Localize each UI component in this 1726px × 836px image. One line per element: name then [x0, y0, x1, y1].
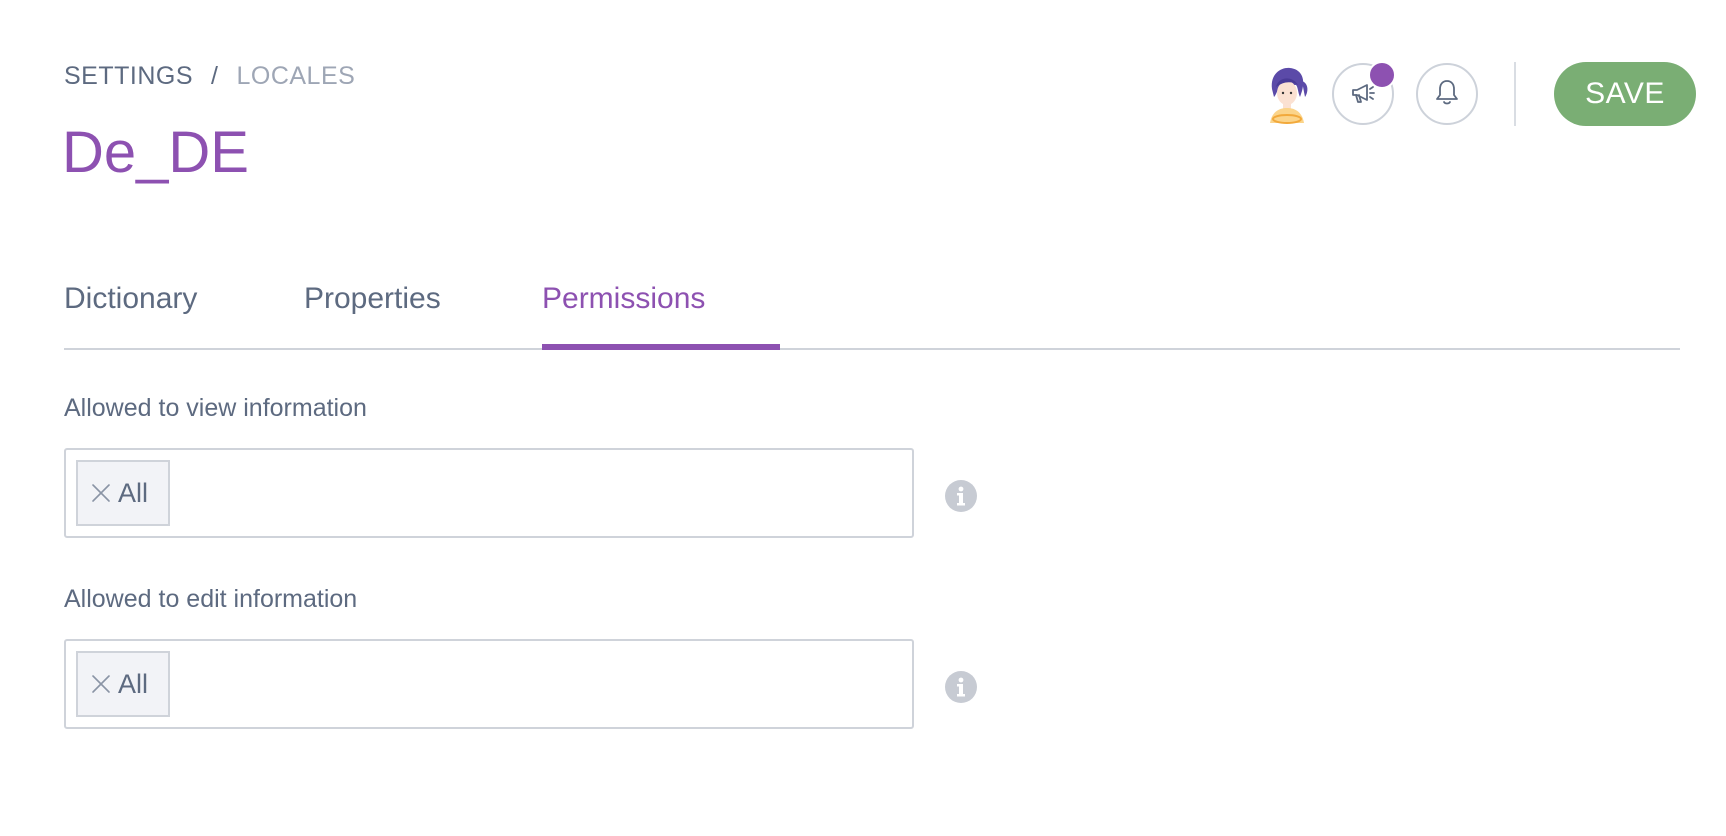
info-icon[interactable] — [944, 670, 978, 704]
unread-badge — [1368, 61, 1396, 89]
active-tab-indicator — [542, 344, 780, 350]
save-button[interactable]: SAVE — [1554, 62, 1696, 126]
breadcrumb-separator: / — [211, 62, 219, 90]
tag-label: All — [118, 477, 149, 508]
locale-tabs: Dictionary Properties Permissions — [64, 282, 1680, 350]
page-title: De_DE — [62, 120, 249, 185]
tab-dictionary[interactable]: Dictionary — [64, 282, 197, 348]
bell-icon — [1434, 78, 1460, 111]
breadcrumb-settings-link[interactable]: SETTINGS — [64, 62, 193, 91]
breadcrumb-current: LOCALES — [236, 62, 356, 90]
remove-tag-icon[interactable] — [90, 482, 112, 504]
header-divider — [1514, 62, 1516, 126]
breadcrumb: SETTINGS / LOCALES — [64, 62, 355, 91]
info-icon[interactable] — [944, 479, 978, 513]
notifications-button[interactable] — [1416, 63, 1478, 125]
view-permission-input[interactable]: All — [64, 448, 914, 538]
edit-permission-label: Allowed to edit information — [64, 585, 358, 613]
tab-permissions[interactable]: Permissions — [542, 282, 705, 348]
remove-tag-icon[interactable] — [90, 673, 112, 695]
tag-label: All — [118, 668, 149, 699]
view-permission-label: Allowed to view information — [64, 394, 367, 422]
user-avatar-icon[interactable] — [1256, 63, 1318, 125]
edit-permission-tag: All — [76, 651, 170, 717]
view-permission-tag: All — [76, 460, 170, 526]
locale-permissions-page: SETTINGS / LOCALES De_DE SAVE Dictionary… — [0, 0, 1726, 836]
announcements-button[interactable] — [1332, 61, 1396, 125]
header-actions: SAVE — [1256, 61, 1696, 126]
edit-permission-input[interactable]: All — [64, 639, 914, 729]
tab-properties[interactable]: Properties — [304, 282, 441, 348]
